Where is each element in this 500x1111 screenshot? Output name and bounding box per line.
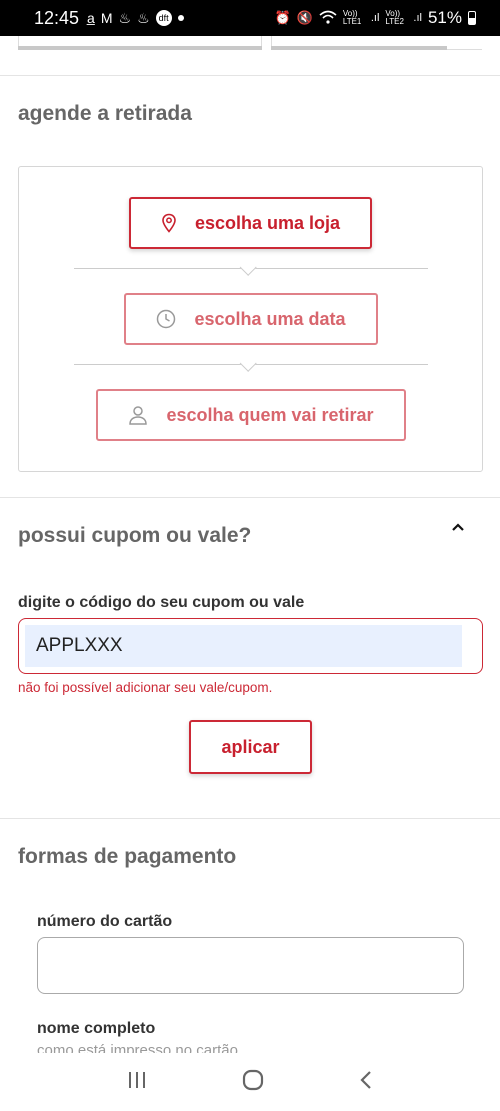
step-connector <box>74 258 428 276</box>
wifi-icon <box>319 10 337 27</box>
status-bar: 12:45 a̲ M ♨ ♨ dft ⏰ 🔇 Vo)) LTE1 .ıl Vo)… <box>0 0 500 36</box>
volte-lte1-icon: Vo)) LTE1 <box>342 9 362 26</box>
card-number-label: número do cartão <box>37 913 173 930</box>
dft-icon: dft <box>155 10 172 26</box>
section-divider <box>0 497 500 498</box>
pickup-section-title: agende a retirada <box>18 102 192 125</box>
coupon-field <box>18 618 483 674</box>
amazon-icon: a̲ <box>87 10 95 26</box>
full-name-hint: como está impresso no cartão <box>37 1042 238 1053</box>
section-divider <box>0 75 500 76</box>
flame-icon: ♨ <box>137 9 150 26</box>
choose-store-label: escolha uma loja <box>194 212 341 233</box>
pickup-card: escolha uma loja escolha uma data escolh… <box>18 166 483 472</box>
coupon-field-label: digite o código do seu cupom ou vale <box>18 594 305 611</box>
payment-section-title: formas de pagamento <box>18 845 237 868</box>
choose-person-button[interactable]: escolha quem vai retirar <box>96 389 406 441</box>
mute-icon: 🔇 <box>296 10 313 25</box>
choose-store-button[interactable]: escolha uma loja <box>129 197 372 249</box>
card-number-input[interactable] <box>37 937 464 994</box>
home-button[interactable] <box>242 1069 264 1096</box>
coupon-input[interactable] <box>25 625 462 667</box>
status-time: 12:45 <box>34 7 80 28</box>
chevron-up-icon[interactable] <box>450 520 466 538</box>
signal-icon: .ıl <box>413 12 422 24</box>
more-notifications-dot <box>177 15 184 21</box>
previous-section-remnant <box>18 36 482 50</box>
section-divider <box>0 818 500 819</box>
full-name-label: nome completo <box>37 1020 156 1037</box>
step-connector <box>74 354 428 372</box>
battery-icon <box>468 11 476 25</box>
person-icon <box>128 405 148 425</box>
volte-lte2-icon: Vo)) LTE2 <box>385 9 404 26</box>
gmail-icon: M <box>100 10 113 26</box>
battery-percentage: 51% <box>427 8 462 27</box>
signal-icon: .ıl <box>370 12 380 24</box>
coupon-section-title: possui cupom ou vale? <box>18 524 252 547</box>
system-navigation-bar <box>0 1053 500 1111</box>
alarm-icon: ⏰ <box>274 10 291 25</box>
coupon-error-message: não foi possível adicionar seu vale/cupo… <box>18 680 273 695</box>
back-button[interactable] <box>359 1070 373 1095</box>
clock-icon <box>156 309 176 329</box>
choose-date-button[interactable]: escolha uma data <box>124 293 378 345</box>
remnant-bar <box>18 46 262 50</box>
choose-date-label: escolha uma data <box>194 308 346 329</box>
notification-icons: a̲ M ♨ ♨ dft <box>87 10 184 27</box>
remnant-bar <box>271 46 447 50</box>
flame-icon: ♨ <box>118 9 132 26</box>
location-pin-icon <box>161 213 177 233</box>
choose-person-label: escolha quem vai retirar <box>166 404 374 425</box>
apply-coupon-button[interactable]: aplicar <box>189 720 312 774</box>
recent-apps-button[interactable] <box>127 1071 147 1094</box>
system-icons: ⏰ 🔇 Vo)) LTE1 .ıl Vo)) LTE2 .ıl 51% <box>274 8 476 28</box>
